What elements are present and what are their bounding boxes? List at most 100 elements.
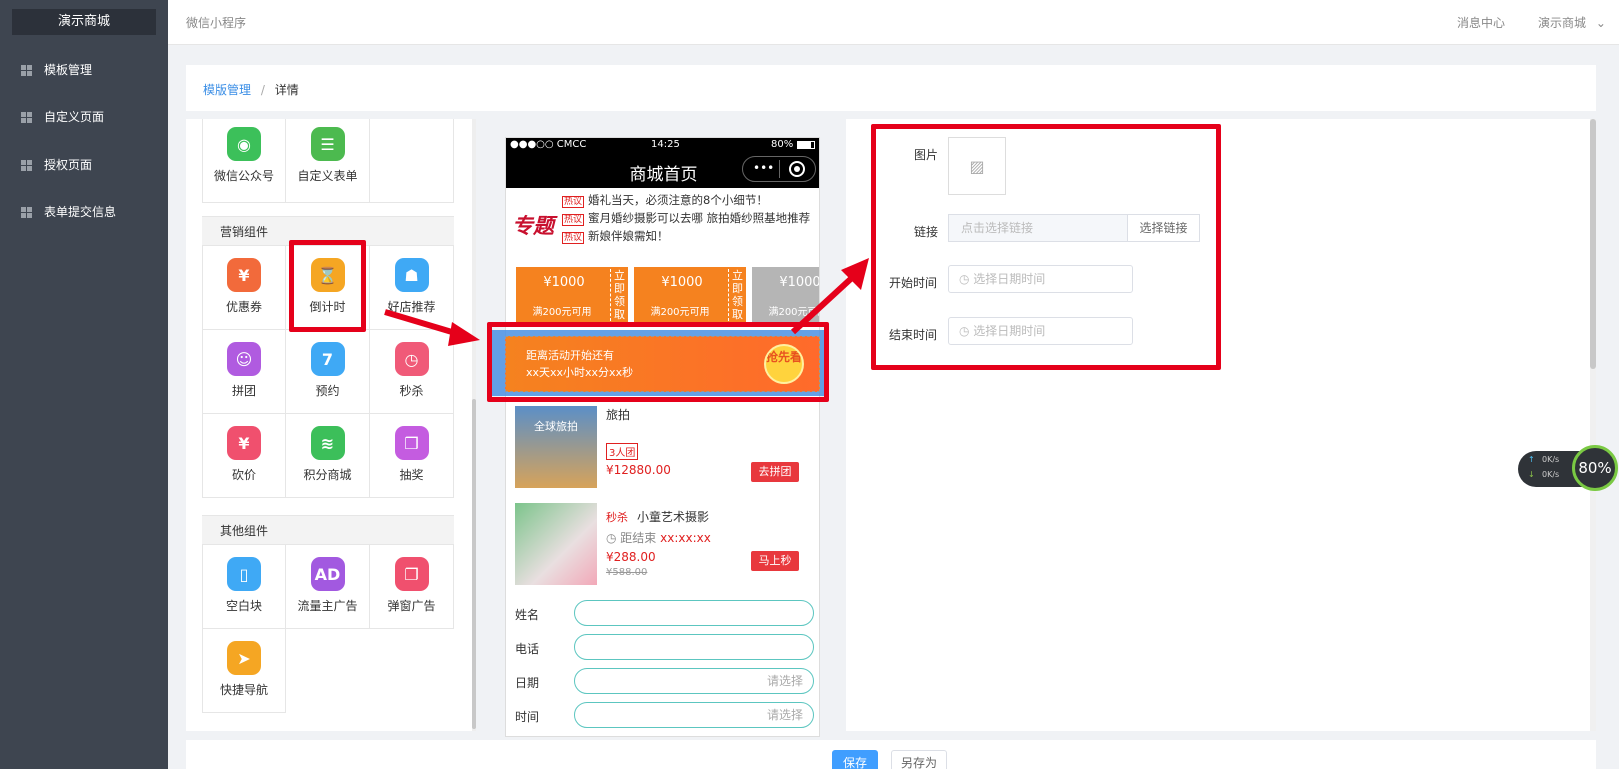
component-item[interactable]: ➤ 快捷导航 (202, 629, 286, 713)
news-text: 婚礼当天，必须注意的8个小细节！ (588, 193, 768, 207)
form-field-row: 时间 请选择 (506, 700, 819, 730)
group-size-badge: 3人团 (606, 443, 639, 460)
more-dots-icon: ••• (753, 161, 775, 175)
group-price: ¥12880.00 (606, 463, 671, 477)
claim-coupon-button[interactable]: 立即领取 (610, 269, 626, 321)
save-button[interactable]: 保存 (832, 750, 878, 769)
form-field-label: 时间 (515, 710, 540, 724)
capsule-menu[interactable]: ••• (742, 156, 816, 182)
component-item[interactable]: 7 预约 (286, 330, 370, 414)
form-field-label: 电话 (515, 642, 540, 656)
topic-news-block[interactable]: 专题 热议 婚礼当天，必须注意的8个小细节！ 热议 蜜月婚纱摄影可以去哪 旅拍婚纱照基… (506, 190, 819, 260)
form-field-input[interactable]: 请选择 (574, 668, 814, 694)
scrollbar-thumb[interactable] (472, 399, 476, 729)
component-panel: ◉ 微信公众号 ☰ 自定义表单 营销组件 ¥ 优惠券 ⌛ 倒计时 ☗ 好店推荐 ☺ 拼团 7 预约… (186, 119, 476, 731)
component-item[interactable]: ☺ 拼团 (202, 330, 286, 414)
upload-icon: ↑ (1528, 455, 1535, 464)
settings-scrollbar[interactable] (1590, 119, 1596, 731)
highlight-countdown-component (289, 240, 366, 332)
app-title: 微信小程序 (186, 16, 247, 30)
claim-coupon-button[interactable]: 立即领取 (728, 269, 744, 321)
network-speed-widget[interactable]: ↑ 0K/s ↓ 0K/s 80% (1518, 445, 1618, 491)
join-group-button[interactable]: 去拼团 (751, 462, 799, 482)
top-bar: 微信小程序 消息中心 演示商城 ⌄ (168, 0, 1619, 45)
component-label: 积分商城 (303, 468, 352, 482)
component-label: 自定义表单 (297, 169, 358, 183)
component-item[interactable]: ❒ 抽奖 (370, 414, 454, 498)
arrow-icon (384, 309, 480, 346)
chevron-down-icon: ⌄ (1595, 16, 1606, 30)
component-item[interactable]: AD 流量主广告 (286, 545, 370, 629)
save-as-button[interactable]: 另存为 (891, 750, 947, 769)
download-speed: 0K/s (1542, 470, 1560, 479)
form-field-input[interactable]: 请选择 (574, 702, 814, 728)
sidebar-item-custom-page[interactable]: 自定义页面 (0, 97, 168, 137)
component-label: 预约 (315, 384, 340, 398)
breadcrumb-current: 详情 (274, 83, 299, 97)
battery-text: 80% (771, 139, 794, 150)
coupon-amount: ¥1000 (543, 275, 585, 290)
grid-icon (21, 160, 32, 171)
news-text: 新娘伴娘需知！ (588, 229, 669, 243)
news-item[interactable]: 热议 蜜月婚纱摄影可以去哪 旅拍婚纱照基地推荐 (562, 210, 817, 228)
component-wechat-account[interactable]: ◉ 微信公众号 (202, 119, 286, 203)
coupon-amount: ¥1000 (661, 275, 703, 290)
component-icon: ❐ (394, 557, 429, 591)
group-product-image[interactable]: 全球旅拍 (515, 406, 597, 488)
news-item[interactable]: 热议 新娘伴娘需知！ (562, 228, 817, 246)
form-field-input[interactable] (574, 634, 814, 660)
coupon-condition: 满200元可用 (650, 307, 710, 318)
news-item[interactable]: 热议 婚礼当天，必须注意的8个小细节！ (562, 192, 817, 210)
breadcrumb-bar: 模版管理 / 详情 (186, 65, 1596, 111)
component-panel-scrollbar[interactable] (472, 119, 476, 731)
coupon-card[interactable]: ¥1000 满200元可用 立即领取 (516, 267, 628, 322)
component-icon: 7 (310, 342, 345, 376)
sidebar-item-template-manage[interactable]: 模板管理 (0, 50, 168, 90)
component-label: 微信公众号 (213, 169, 274, 183)
coupon-condition: 满200元可用 (532, 307, 592, 318)
seckill-price: ¥288.00 (606, 550, 656, 564)
phone-nav-bar: 商城首页 ••• (506, 152, 819, 188)
breadcrumb-parent-link[interactable]: 模版管理 (203, 83, 251, 97)
seckill-countdown: ◷ 距结束 xx:xx:xx (606, 531, 711, 545)
seckill-product-image[interactable] (515, 503, 597, 585)
component-label: 流量主广告 (297, 599, 358, 613)
phone-preview: ●●●○○ CMCC 14:25 80% 商城首页 ••• 专题 热议 婚礼当天，… (505, 137, 820, 737)
component-custom-form[interactable]: ☰ 自定义表单 (286, 119, 370, 203)
component-icon: ➤ (227, 641, 261, 675)
form-field-row: 日期 请选择 (506, 666, 819, 696)
component-icon: ☺ (227, 342, 261, 376)
sidebar-item-form-submissions[interactable]: 表单提交信息 (0, 192, 168, 232)
message-center-link[interactable]: 消息中心 (1457, 14, 1505, 31)
component-item[interactable]: ≋ 积分商城 (286, 414, 370, 498)
component-item[interactable]: ¥ 砍价 (202, 414, 286, 498)
component-item[interactable]: ¥ 优惠券 (202, 246, 286, 330)
component-item[interactable]: ❐ 弹窗广告 (370, 545, 454, 629)
seckill-buy-button[interactable]: 马上秒 (751, 551, 799, 571)
store-menu-label: 演示商城 (1538, 16, 1587, 30)
coupon-card[interactable]: ¥1000 满200元可用 立即领取 (634, 267, 746, 322)
sidebar-item-label: 表单提交信息 (44, 205, 117, 219)
news-text: 蜜月婚纱摄影可以去哪 旅拍婚纱照基地推荐 (588, 211, 811, 225)
close-mini-program-icon (789, 161, 805, 177)
group-image-text: 全球旅拍 (534, 420, 578, 433)
component-icon: AD (310, 557, 345, 591)
sidebar-item-label: 授权页面 (44, 158, 93, 172)
arrow-icon (790, 258, 869, 335)
hot-tag: 热议 (562, 214, 585, 226)
scrollbar-thumb[interactable] (1590, 119, 1596, 369)
sidebar-item-auth-page[interactable]: 授权页面 (0, 145, 168, 185)
component-item[interactable]: ▯ 空白块 (202, 545, 286, 629)
form-field-input[interactable] (574, 600, 814, 626)
logo: 演示商城 (12, 9, 156, 35)
seckill-old-price: ¥588.00 (606, 567, 648, 578)
component-label: 空白块 (225, 599, 262, 613)
seckill-tag: 秒杀 (606, 511, 628, 524)
component-icon: ☗ (394, 258, 429, 292)
store-menu[interactable]: 演示商城 ⌄ (1538, 14, 1606, 31)
component-label: 优惠券 (225, 300, 262, 314)
sidebar: 演示商城 模板管理 自定义页面 授权页面 表单提交信息 (0, 0, 168, 769)
component-label: 快捷导航 (219, 683, 268, 697)
highlight-countdown-preview (487, 322, 829, 402)
upload-speed: 0K/s (1542, 455, 1560, 464)
